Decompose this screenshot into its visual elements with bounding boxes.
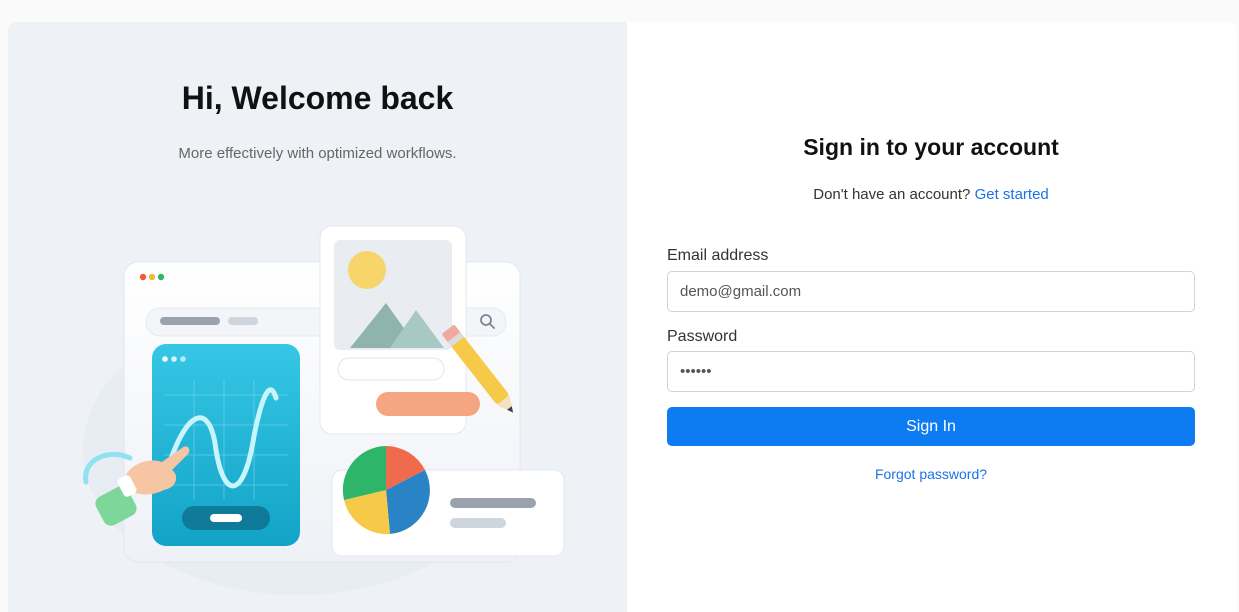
- window-dot-yellow-icon: [148, 273, 156, 281]
- form-title: Sign in to your account: [803, 134, 1059, 160]
- slider-bar: [376, 392, 480, 416]
- hero-title: Hi, Welcome back: [181, 80, 454, 116]
- hero-subtitle: More effectively with optimized workflow…: [178, 145, 457, 162]
- hero-panel: Hi, Welcome back More effectively with o…: [8, 22, 627, 612]
- forgot-password-link[interactable]: Forgot password?: [667, 466, 1195, 482]
- email-field[interactable]: [667, 271, 1195, 312]
- line-chart-card: [152, 344, 300, 546]
- sun-icon: [348, 251, 386, 289]
- sign-in-button[interactable]: Sign In: [667, 407, 1195, 446]
- window-dot-red-icon: [139, 273, 147, 281]
- password-label: Password: [667, 328, 738, 345]
- signup-prompt-line: Don't have an account? Get started: [667, 186, 1195, 203]
- pie-chart-icon: [342, 446, 430, 535]
- window-dot-green-icon: [157, 273, 165, 281]
- dashboard-illustration: [83, 225, 565, 595]
- signup-prompt-text: Don't have an account?: [813, 186, 971, 203]
- email-label: Email address: [667, 247, 769, 264]
- get-started-link[interactable]: Get started: [975, 186, 1049, 203]
- password-field[interactable]: [667, 351, 1195, 392]
- sign-in-form: Sign in to your account Don't have an ac…: [667, 0, 1195, 612]
